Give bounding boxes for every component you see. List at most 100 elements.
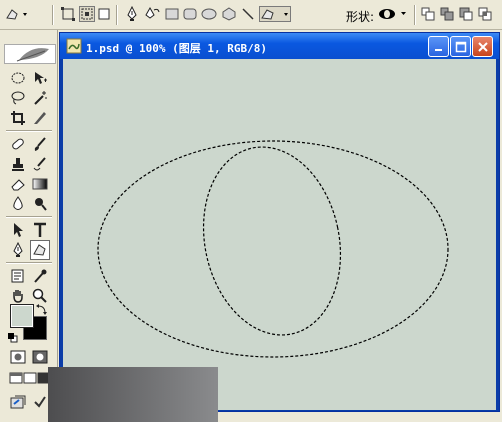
history-brush-tool[interactable] bbox=[30, 154, 50, 174]
arrow-icon bbox=[14, 223, 23, 237]
dodge-tool[interactable] bbox=[30, 194, 50, 214]
new-area-icon bbox=[421, 7, 435, 21]
custom-shape-tool-button[interactable] bbox=[259, 6, 291, 22]
shape-picker[interactable] bbox=[378, 6, 408, 22]
rounded-rectangle-icon bbox=[183, 8, 197, 20]
subtract-area-button[interactable] bbox=[458, 6, 474, 22]
add-area-icon bbox=[440, 7, 454, 21]
clone-stamp-tool[interactable] bbox=[8, 154, 28, 174]
path-selection-tool[interactable] bbox=[8, 220, 28, 240]
blur-tool[interactable] bbox=[8, 194, 28, 214]
move-icon bbox=[35, 72, 47, 84]
pen-tool[interactable] bbox=[8, 240, 28, 260]
line-icon bbox=[242, 8, 254, 20]
shape-preview-icon bbox=[379, 9, 406, 19]
pen-icon bbox=[13, 242, 23, 257]
bandage-icon bbox=[12, 138, 24, 150]
quick-mask-icon bbox=[32, 350, 48, 364]
new-area-button[interactable] bbox=[420, 6, 436, 22]
gradient-tool[interactable] bbox=[30, 174, 50, 194]
rectangle-tool-button[interactable] bbox=[164, 6, 180, 22]
minimize-button[interactable] bbox=[428, 36, 449, 57]
gray-overlay bbox=[48, 367, 218, 422]
type-tool[interactable] bbox=[30, 220, 50, 240]
quick-mask-button[interactable] bbox=[30, 347, 50, 367]
eraser-tool[interactable] bbox=[8, 174, 28, 194]
default-colors-icon[interactable] bbox=[8, 328, 18, 347]
freeform-pen-icon bbox=[145, 6, 160, 19]
close-button[interactable] bbox=[472, 36, 493, 57]
hand-tool[interactable] bbox=[8, 286, 28, 306]
document-icon bbox=[66, 38, 82, 58]
ellipse-tool-button[interactable] bbox=[201, 6, 217, 22]
maximize-icon bbox=[455, 41, 466, 52]
tool-preset-picker[interactable] bbox=[4, 6, 30, 22]
toolbox bbox=[0, 30, 58, 422]
paths-button[interactable] bbox=[79, 6, 95, 22]
history-brush-icon bbox=[33, 157, 46, 171]
rounded-rectangle-tool-button[interactable] bbox=[182, 6, 198, 22]
marquee-tool[interactable] bbox=[8, 68, 28, 88]
toolbox-header[interactable] bbox=[4, 44, 56, 64]
jump-to-button[interactable] bbox=[30, 392, 50, 412]
slice-icon bbox=[34, 112, 46, 124]
ellipse-icon bbox=[201, 8, 217, 20]
fill-pixels-icon bbox=[98, 8, 110, 20]
canvas[interactable] bbox=[63, 59, 496, 410]
pen-tool-button[interactable] bbox=[124, 6, 140, 22]
rectangle-icon bbox=[165, 8, 179, 20]
crop-tool[interactable] bbox=[8, 108, 28, 128]
lasso-icon bbox=[11, 91, 25, 105]
custom-shape-icon bbox=[33, 244, 46, 256]
healing-brush-tool[interactable] bbox=[8, 134, 28, 154]
document-titlebar[interactable]: 1.psd @ 100% (图层 1, RGB/8) bbox=[60, 33, 499, 59]
custom-shape-tool[interactable] bbox=[30, 240, 50, 260]
lasso-tool[interactable] bbox=[8, 88, 28, 108]
foreground-color-swatch[interactable] bbox=[10, 304, 34, 328]
jump-to-imageready-button[interactable] bbox=[8, 392, 28, 412]
outer-ellipse-path bbox=[97, 140, 449, 358]
inner-ellipse-path bbox=[202, 146, 342, 336]
paths-icon bbox=[81, 8, 93, 20]
maximize-button[interactable] bbox=[450, 36, 471, 57]
type-icon bbox=[34, 222, 46, 237]
path-outline bbox=[97, 140, 449, 358]
standard-mode-button[interactable] bbox=[8, 347, 28, 367]
eyedropper-tool[interactable] bbox=[30, 266, 50, 286]
add-area-button[interactable] bbox=[439, 6, 455, 22]
gradient-icon bbox=[32, 178, 48, 190]
swap-colors-icon[interactable] bbox=[36, 300, 48, 319]
close-icon bbox=[477, 41, 488, 52]
shape-label: 形状: bbox=[346, 10, 375, 24]
stamp-icon bbox=[12, 158, 24, 171]
polygon-tool-button[interactable] bbox=[221, 6, 237, 22]
shape-layers-icon bbox=[61, 7, 75, 21]
magic-wand-tool[interactable] bbox=[30, 88, 50, 108]
notes-tool[interactable] bbox=[8, 266, 28, 286]
shape-layers-button[interactable] bbox=[60, 6, 76, 22]
freeform-pen-button[interactable] bbox=[144, 6, 160, 22]
brush-icon bbox=[34, 137, 46, 151]
move-tool[interactable] bbox=[30, 68, 50, 88]
intersect-area-button[interactable] bbox=[477, 6, 493, 22]
slice-tool[interactable] bbox=[30, 108, 50, 128]
brush-tool[interactable] bbox=[30, 134, 50, 154]
crop-icon bbox=[11, 111, 25, 125]
imageready-icon bbox=[10, 395, 26, 409]
document-title: 1.psd @ 100% (图层 1, RGB/8) bbox=[86, 42, 267, 55]
note-icon bbox=[11, 269, 24, 283]
intersect-area-icon bbox=[478, 7, 492, 21]
fill-pixels-button[interactable] bbox=[96, 6, 112, 22]
pen-icon bbox=[127, 6, 137, 21]
freeform-pen-icon bbox=[6, 9, 27, 20]
elliptical-marquee-icon bbox=[11, 72, 25, 84]
feather-logo-icon bbox=[16, 48, 49, 62]
polygon-icon bbox=[222, 7, 236, 21]
check-icon bbox=[34, 396, 46, 408]
dodge-icon bbox=[35, 198, 47, 211]
hand-icon bbox=[13, 290, 23, 303]
options-bar: 形状: bbox=[0, 0, 502, 30]
subtract-area-icon bbox=[459, 7, 473, 21]
eraser-icon bbox=[11, 179, 25, 191]
line-tool-button[interactable] bbox=[240, 6, 256, 22]
